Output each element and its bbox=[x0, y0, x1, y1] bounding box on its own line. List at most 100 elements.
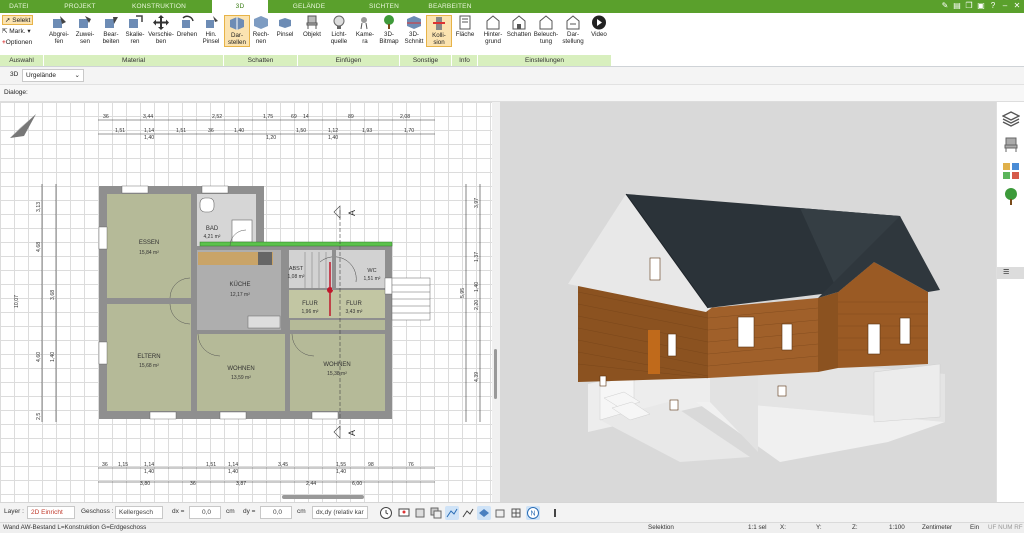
darstellung-button[interactable]: Dar- stellung bbox=[560, 15, 586, 45]
bearbeiten-button[interactable]: Bear- beiten bbox=[98, 15, 124, 45]
dim-bottom1-0: 36 bbox=[102, 462, 108, 468]
options-button[interactable]: +Optionen bbox=[2, 38, 32, 48]
plan-horizontal-scroll-thumb[interactable] bbox=[282, 495, 364, 499]
dim-right-1: 1,37 bbox=[474, 252, 480, 262]
brush-icon[interactable]: ✎ bbox=[940, 1, 950, 11]
tab-bearbeiten[interactable]: BEARBEITEN bbox=[420, 0, 480, 13]
materials-icon[interactable] bbox=[1002, 162, 1020, 180]
kollision-button[interactable]: Kolli- sion bbox=[426, 15, 452, 47]
dim-bottom1-3: 1,40 bbox=[144, 469, 154, 475]
mark-button[interactable]: ⇱ Mark. ▾ bbox=[2, 27, 31, 37]
dim-top1-0: 36 bbox=[103, 114, 109, 120]
abgreifen-button[interactable]: Abgrei- fen bbox=[46, 15, 72, 45]
display-icon[interactable] bbox=[397, 506, 411, 520]
plan-vertical-scrollbar[interactable] bbox=[492, 102, 500, 502]
grid-cube-icon[interactable] bbox=[493, 506, 507, 520]
darstellen-button[interactable]: Dar- stellen bbox=[224, 15, 250, 47]
schatten-button[interactable]: Schatten bbox=[506, 15, 532, 38]
group-label-schatten: Schatten bbox=[224, 55, 298, 66]
layers-icon[interactable] bbox=[1002, 110, 1020, 128]
objekt-button[interactable]: Objekt bbox=[299, 15, 325, 38]
drehen-button[interactable]: Drehen bbox=[174, 15, 200, 38]
furniture-icon[interactable] bbox=[1002, 136, 1020, 154]
pinsel-button[interactable]: Pinsel bbox=[272, 15, 298, 38]
house-door bbox=[648, 330, 660, 374]
plants-icon[interactable] bbox=[1002, 188, 1020, 206]
schnitt-button[interactable]: 3D- Schnitt bbox=[401, 15, 427, 45]
beleuchtung-button[interactable]: Beleuch- tung bbox=[532, 15, 560, 45]
flaeche-button[interactable]: Fläche bbox=[452, 15, 478, 38]
clock-icon[interactable] bbox=[379, 506, 393, 520]
copy-snap-icon[interactable] bbox=[429, 506, 443, 520]
copy-icon[interactable]: ❐ bbox=[964, 1, 974, 11]
sidebar-expand-handle[interactable]: ≡ bbox=[997, 266, 1024, 279]
dy-input[interactable]: 0,0 bbox=[260, 506, 292, 519]
dx-input[interactable]: 0,0 bbox=[189, 506, 221, 519]
status-x: X: bbox=[780, 524, 786, 531]
snap-icon[interactable] bbox=[413, 506, 427, 520]
selected-wall[interactable] bbox=[199, 241, 393, 247]
dim-top2-2: 1,40 bbox=[144, 135, 154, 141]
background-icon bbox=[486, 15, 500, 30]
verschieben-button[interactable]: Verschie- ben bbox=[146, 15, 176, 45]
room-area-wohnen-1: 13,59 m² bbox=[231, 375, 251, 381]
section-label-bottom: A bbox=[347, 430, 357, 436]
video-button[interactable]: Video bbox=[586, 15, 612, 38]
floor-plan-view[interactable]: 36 3,44 2,52 1,75 69 14 89 2,08 1,51 1,1… bbox=[0, 102, 492, 502]
tab-gelaende[interactable]: GELÄNDE bbox=[285, 0, 333, 13]
status-z: Z: bbox=[852, 524, 858, 531]
room-flur[interactable] bbox=[285, 290, 385, 318]
terrain-dropdown[interactable]: Urgelände ⌄ bbox=[22, 69, 84, 82]
line-snap-icon[interactable] bbox=[445, 506, 459, 520]
dim-bottom1-1: 1,15 bbox=[118, 462, 128, 468]
lichtquelle-button[interactable]: Licht- quelle bbox=[324, 15, 354, 45]
dim-bottom1-10: 98 bbox=[368, 462, 374, 468]
close-icon[interactable]: ✕ bbox=[1012, 1, 1022, 11]
layout-icon[interactable]: ▤ bbox=[952, 1, 962, 11]
tab-sichten[interactable]: SICHTEN bbox=[362, 0, 406, 13]
plane-icon[interactable] bbox=[477, 506, 491, 520]
dim-bottom2-1: 36 bbox=[190, 481, 196, 487]
dim-bottom1-9: 1,40 bbox=[336, 469, 346, 475]
rechnen-button[interactable]: Rech- nen bbox=[248, 15, 274, 45]
skalieren-button[interactable]: Skalie- ren bbox=[122, 15, 148, 45]
group-label-auswahl: Auswahl bbox=[0, 55, 44, 66]
dim-left-4: 4,60 bbox=[36, 352, 42, 362]
room-name-flur-2: FLUR bbox=[346, 301, 362, 307]
plan-vertical-scroll-thumb[interactable] bbox=[494, 349, 497, 399]
coordinate-mode-dropdown[interactable]: dx,dy (relativ kar bbox=[312, 506, 368, 519]
group-label-sonstige: Sonstige bbox=[400, 55, 452, 66]
more-options-icon[interactable] bbox=[548, 506, 562, 520]
hintergrund-button[interactable]: Hinter- grund bbox=[480, 15, 506, 45]
kamera-button[interactable]: Kame- ra bbox=[352, 15, 378, 45]
hin-pinsel-button[interactable]: Hin. Pinsel bbox=[198, 15, 224, 45]
tab-konstruktion[interactable]: KONSTRUKTION bbox=[128, 0, 190, 13]
room-essen[interactable] bbox=[107, 194, 191, 298]
north-icon[interactable]: N bbox=[526, 506, 540, 520]
3d-view[interactable] bbox=[500, 102, 996, 502]
dim-top1-3: 1,75 bbox=[263, 114, 273, 120]
layer-dropdown[interactable]: 2D Einricht bbox=[27, 506, 75, 519]
room-area-bad: 4,21 m² bbox=[204, 234, 221, 240]
tab-projekt[interactable]: PROJEKT bbox=[56, 0, 104, 13]
help-icon[interactable]: ? bbox=[988, 1, 998, 11]
room-area-kueche: 12,17 m² bbox=[230, 292, 250, 298]
minimize-icon[interactable]: – bbox=[1000, 1, 1010, 11]
grid-icon[interactable] bbox=[509, 506, 523, 520]
select-button[interactable]: ➚ Selekt bbox=[2, 15, 34, 25]
bitmap-button[interactable]: 3D- Bitmap bbox=[376, 15, 402, 45]
zuweisen-button[interactable]: Zuwei- sen bbox=[72, 15, 98, 45]
room-area-wc: 1,51 m² bbox=[364, 276, 381, 282]
geschoss-dropdown[interactable]: Kellergesch bbox=[115, 506, 163, 519]
window-controls: ✎ ▤ ❐ ▣ ? – ✕ bbox=[940, 1, 1022, 12]
room-wohnen-1[interactable] bbox=[197, 334, 285, 411]
room-wc[interactable] bbox=[336, 250, 385, 288]
clipboard-icon[interactable]: ▣ bbox=[976, 1, 986, 11]
room-area-eltern: 15,68 m² bbox=[139, 363, 159, 369]
tab-3d[interactable]: 3D bbox=[212, 0, 268, 13]
tab-datei[interactable]: DATEI bbox=[0, 0, 38, 13]
room-area-flur-1: 1,96 m² bbox=[302, 309, 319, 315]
edit-material-icon bbox=[105, 17, 118, 28]
entrance-steps bbox=[391, 277, 431, 321]
angle-snap-icon[interactable] bbox=[461, 506, 475, 520]
